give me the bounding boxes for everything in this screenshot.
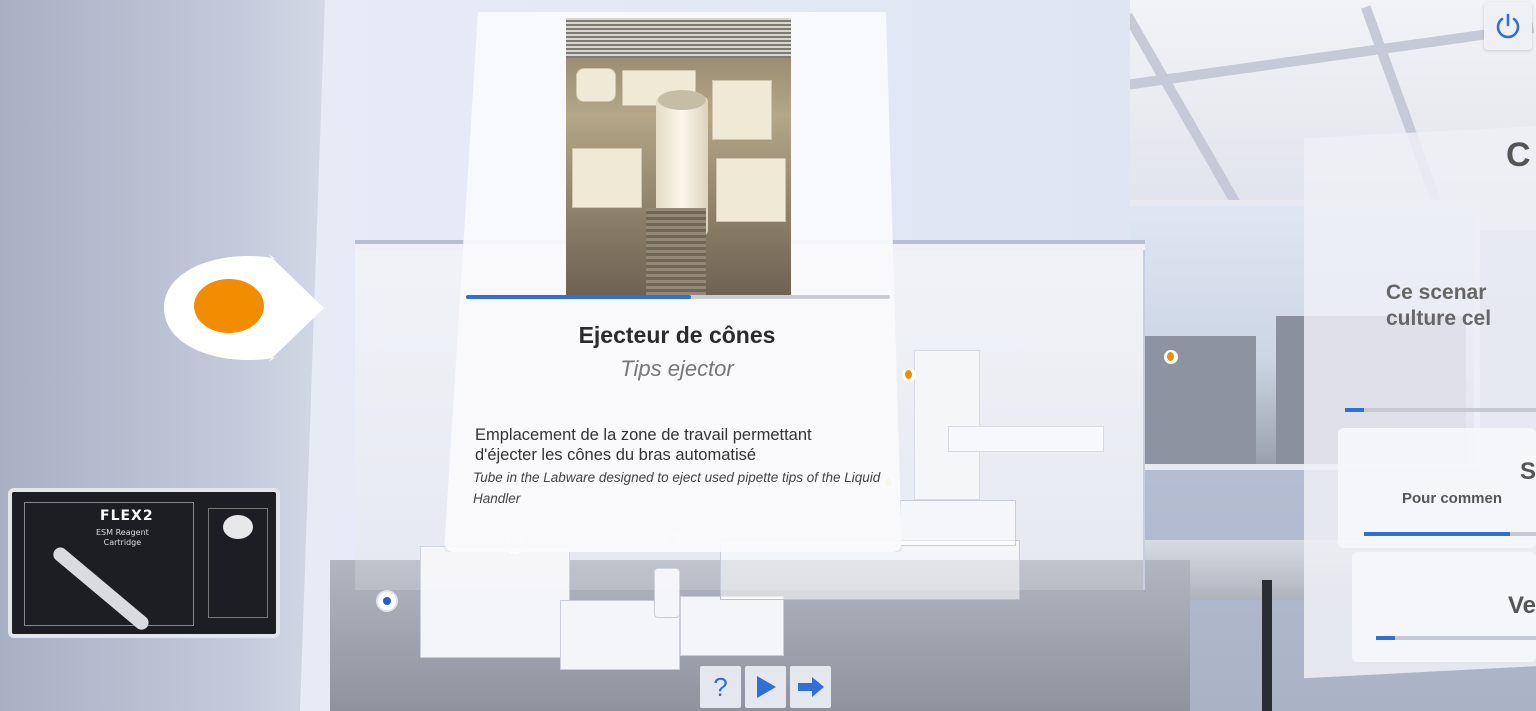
pump-bulb xyxy=(223,515,253,539)
orange-pointer-marker[interactable] xyxy=(156,254,326,362)
help-button[interactable]: ? xyxy=(700,666,741,708)
card-description-fr: Emplacement de la zone de travail permet… xyxy=(475,426,812,464)
card-photo xyxy=(566,18,791,296)
hotspot-orange-2[interactable] xyxy=(1164,350,1178,364)
scenario-card-text: Pour commen xyxy=(1402,490,1503,507)
info-card: Ejecteur de cônes Tips ejector Emplaceme… xyxy=(444,12,902,552)
power-button[interactable] xyxy=(1484,2,1532,50)
scenario-card-title-2: Ve xyxy=(1508,592,1536,619)
card-progress-bar xyxy=(466,295,890,299)
device-pump xyxy=(208,508,268,618)
device-sublabel: ESM Reagent Cartridge xyxy=(96,528,149,547)
bottom-controls: ? xyxy=(700,666,831,708)
scenario-card-2[interactable]: Ve xyxy=(1352,552,1536,662)
play-icon xyxy=(756,676,776,698)
reagent-device: FLEX2 ESM Reagent Cartridge xyxy=(8,488,280,638)
power-icon xyxy=(1496,13,1520,39)
arrow-right-icon xyxy=(797,677,824,697)
device-brand: FLEX2 xyxy=(100,508,154,524)
hotspot-blue[interactable] xyxy=(376,590,398,612)
card-title: Ejecteur de cônes xyxy=(578,322,776,348)
scenario-progress-bar xyxy=(1345,408,1536,412)
cartridge-shape xyxy=(50,544,152,633)
help-icon: ? xyxy=(713,671,728,702)
scenario-title: C xyxy=(1506,136,1531,174)
hotspot-orange[interactable] xyxy=(902,368,916,382)
next-button[interactable] xyxy=(790,666,831,708)
labware-tray-2 xyxy=(680,596,784,656)
scenario-card-title: S xyxy=(1520,458,1536,485)
scenario-card-1[interactable]: S Pour commen xyxy=(1338,428,1536,548)
card-description-en: Tube in the Labware designed to eject us… xyxy=(473,470,881,506)
card-progress-fill xyxy=(466,295,691,299)
scenario-text: Ce scenar culture cel xyxy=(1386,281,1492,330)
card-subtitle: Tips ejector xyxy=(620,356,734,381)
play-button[interactable] xyxy=(745,666,786,708)
